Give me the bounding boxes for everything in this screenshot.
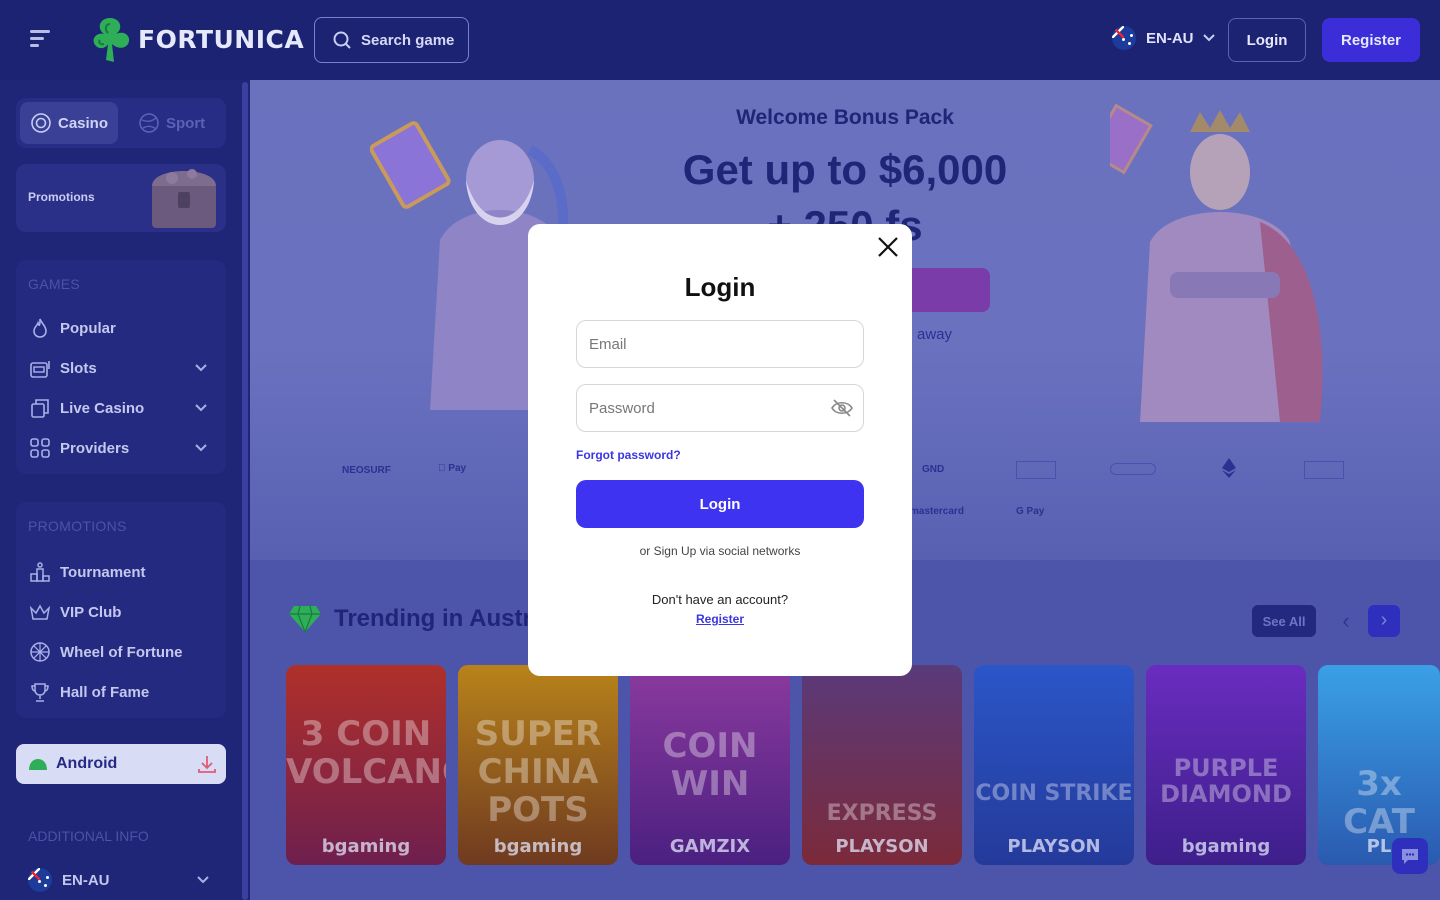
login-modal: Login Forgot password? Login or Sign Up … bbox=[528, 224, 912, 676]
forgot-password-link[interactable]: Forgot password? bbox=[576, 448, 681, 462]
modal-title: Login bbox=[684, 272, 756, 302]
social-signup-text: or Sign Up via social networks bbox=[639, 544, 801, 558]
email-field[interactable] bbox=[576, 320, 864, 368]
login-submit-button[interactable]: Login bbox=[576, 480, 864, 528]
password-field[interactable] bbox=[576, 384, 864, 432]
close-button[interactable] bbox=[874, 234, 902, 262]
register-link[interactable]: Register bbox=[528, 612, 912, 626]
close-icon bbox=[878, 236, 898, 257]
eye-off-icon[interactable] bbox=[830, 398, 854, 418]
no-account-text: Don't have an account? bbox=[651, 592, 789, 607]
